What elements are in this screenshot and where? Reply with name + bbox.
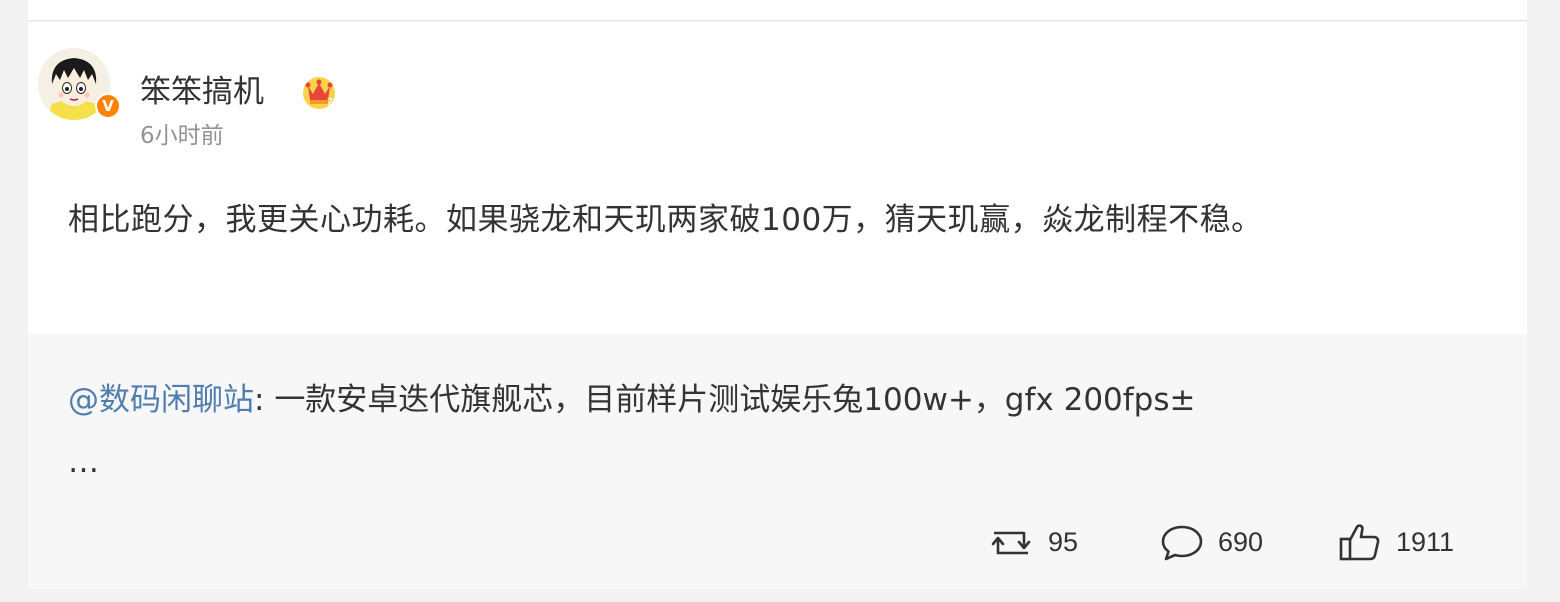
card-gap [28, 589, 1527, 602]
comment-button[interactable]: 690 [1160, 522, 1263, 562]
post-header: V 笨笨搞机 7 6小时前 [38, 48, 838, 149]
crown-level-icon[interactable]: 7 [300, 72, 338, 110]
post-timestamp[interactable]: 6小时前 [140, 118, 224, 154]
comment-count: 690 [1218, 526, 1264, 557]
action-bar: 95 690 1911 [988, 522, 1488, 562]
verified-v-icon: V [95, 93, 121, 119]
repost-count: 95 [1048, 526, 1079, 557]
comment-icon [1161, 525, 1203, 561]
reposted-text: @数码闲聊站: 一款安卓迭代旗舰芯，目前样片测试娱乐兔100w+，gfx 200… [68, 378, 1478, 422]
expand-ellipsis[interactable]: … [68, 444, 101, 480]
reposted-content[interactable]: @数码闲聊站: 一款安卓迭代旗舰芯，目前样片测试娱乐兔100w+，gfx 200… [28, 334, 1527, 589]
like-count: 1911 [1396, 526, 1455, 557]
post-body-text: 相比跑分，我更关心功耗。如果骁龙和天玑两家破100万，猜天玑赢，焱龙制程不稳。 [68, 202, 1263, 238]
reposted-body: 一款安卓迭代旗舰芯，目前样片测试娱乐兔100w+，gfx 200fps± [274, 382, 1196, 418]
mention-link[interactable]: @数码闲聊站 [68, 382, 254, 418]
like-button[interactable]: 1911 [1338, 522, 1454, 562]
repost-icon [991, 531, 1031, 555]
mention-separator: : [254, 382, 275, 418]
svg-text:7: 7 [327, 97, 333, 108]
thumbs-up-icon [1339, 524, 1380, 561]
repost-button[interactable]: 95 [988, 522, 1078, 562]
author-name[interactable]: 笨笨搞机 [140, 70, 264, 114]
previous-card-edge [28, 0, 1527, 21]
